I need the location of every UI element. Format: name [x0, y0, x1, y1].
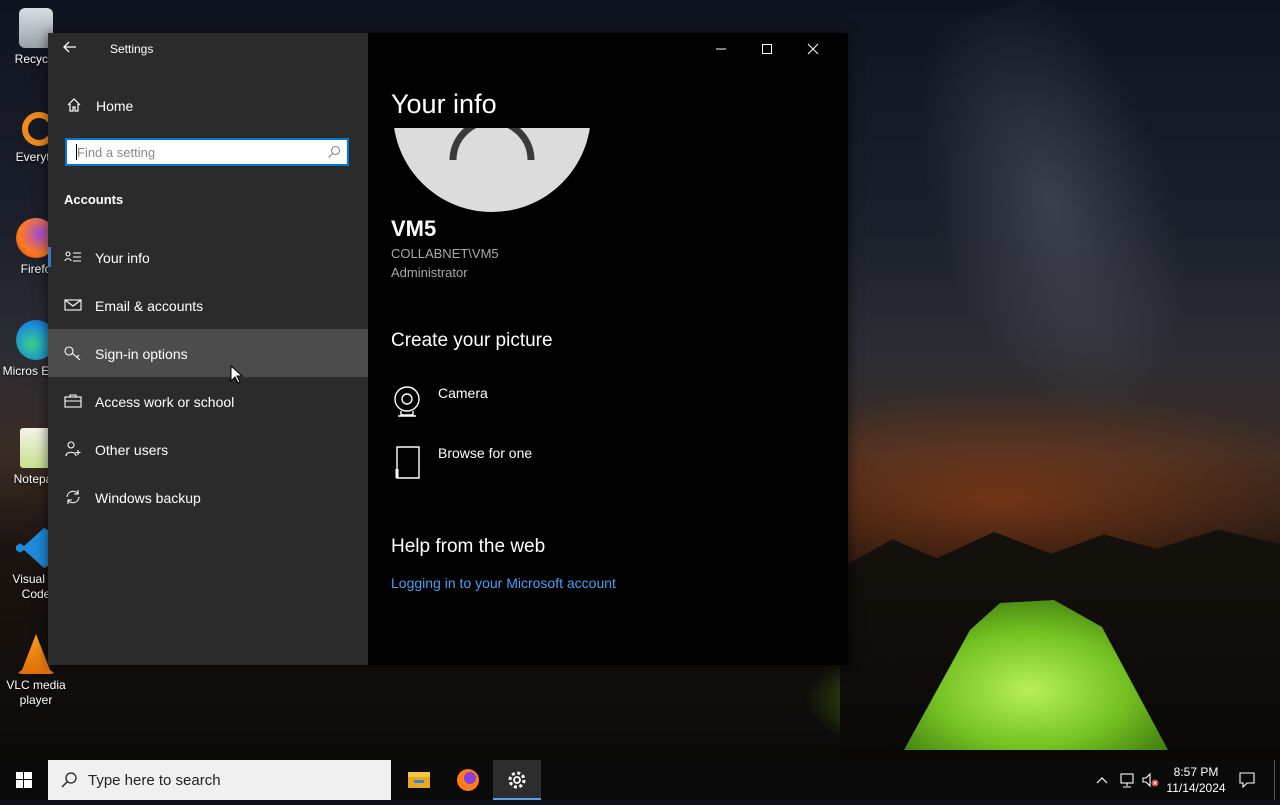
- maximize-icon: [762, 44, 772, 54]
- mail-icon: [64, 299, 82, 311]
- taskbar-firefox[interactable]: [444, 760, 492, 800]
- option-label: Browse for one: [438, 445, 533, 461]
- nav-windows-backup[interactable]: Windows backup: [48, 473, 368, 521]
- nav-label: Your info: [95, 250, 150, 266]
- close-icon: [807, 43, 819, 55]
- show-desktop-button[interactable]: [1274, 760, 1275, 800]
- settings-search-input[interactable]: [67, 140, 335, 164]
- webcam-icon: [394, 386, 420, 417]
- network-icon[interactable]: [1118, 772, 1136, 788]
- camera-option[interactable]: Camera: [393, 383, 693, 423]
- window-controls: [698, 33, 848, 65]
- nav-your-info[interactable]: Your info: [48, 233, 368, 281]
- create-picture-heading: Create your picture: [391, 330, 553, 351]
- settings-search-box[interactable]: [65, 138, 349, 166]
- maximize-button[interactable]: [744, 33, 790, 65]
- nav-other-users[interactable]: Other users: [48, 425, 368, 473]
- title-bar[interactable]: Settings: [48, 33, 368, 65]
- back-button[interactable]: [62, 39, 82, 59]
- taskbar-settings[interactable]: [493, 760, 541, 800]
- nav-sign-in-options[interactable]: Sign-in options: [48, 329, 368, 377]
- avatar: [393, 128, 591, 212]
- desktop-icon-label: Firefo: [20, 262, 52, 276]
- briefcase-icon: [64, 394, 82, 408]
- help-heading: Help from the web: [391, 536, 546, 557]
- start-button[interactable]: [0, 760, 48, 800]
- contact-card-icon: [64, 251, 81, 262]
- mouse-cursor-icon: [230, 365, 244, 384]
- search-icon: [61, 772, 77, 788]
- nav-label: Access work or school: [95, 394, 235, 410]
- firefox-icon: [457, 769, 479, 791]
- clock-time: 8:57 PM: [1173, 765, 1219, 779]
- taskbar-file-explorer[interactable]: [395, 760, 443, 800]
- sync-icon: [66, 490, 80, 504]
- text-caret: [76, 144, 77, 160]
- minimize-icon: [716, 48, 726, 50]
- close-button[interactable]: [790, 33, 836, 65]
- volume-muted-icon[interactable]: [1141, 772, 1161, 788]
- back-arrow-icon: [63, 41, 76, 53]
- user-name: VM5: [391, 216, 437, 241]
- home-label: Home: [96, 98, 134, 114]
- action-center-icon[interactable]: [1238, 771, 1256, 789]
- windows-logo-icon: [16, 772, 32, 788]
- gear-icon: [508, 771, 526, 789]
- key-icon: [64, 346, 81, 361]
- browse-option[interactable]: Browse for one: [393, 443, 693, 483]
- settings-window: Settings Home Accounts Your info Email &…: [48, 33, 848, 665]
- settings-sidebar: Settings Home Accounts Your info Email &…: [48, 33, 368, 665]
- desktop-icon-label: VLC media player: [6, 678, 66, 707]
- taskbar-search-box[interactable]: Type here to search: [48, 760, 391, 800]
- user-role: Administrator: [391, 265, 468, 280]
- home-icon: [67, 98, 81, 112]
- user-account: COLLABNET\VM5: [391, 246, 499, 261]
- settings-main-pane: Your info VM5 COLLABNET\VM5 Administrato…: [368, 33, 848, 665]
- nav-access-work-school[interactable]: Access work or school: [48, 377, 368, 425]
- search-icon[interactable]: [327, 145, 341, 159]
- minimize-button[interactable]: [698, 33, 744, 65]
- document-icon: [395, 446, 420, 479]
- person-add-icon: [65, 441, 81, 457]
- nav-label: Sign-in options: [95, 346, 188, 362]
- clock-date: 11/14/2024: [1166, 781, 1226, 795]
- help-link-microsoft-account[interactable]: Logging in to your Microsoft account: [391, 575, 616, 591]
- nav-email-accounts[interactable]: Email & accounts: [48, 281, 368, 329]
- accounts-nav: Your info Email & accounts Sign-in optio…: [48, 233, 368, 521]
- nav-home[interactable]: Home: [48, 89, 368, 123]
- taskbar: Type here to search 8:57 PM 11/14/2024: [0, 760, 1280, 800]
- taskbar-search-placeholder: Type here to search: [88, 772, 221, 789]
- nav-label: Email & accounts: [95, 298, 204, 314]
- taskbar-clock[interactable]: 8:57 PM 11/14/2024: [1166, 764, 1226, 796]
- nav-label: Other users: [95, 442, 169, 458]
- window-title: Settings: [110, 42, 154, 56]
- person-silhouette-icon: [449, 128, 535, 161]
- section-heading: Accounts: [64, 192, 124, 207]
- folder-icon: [408, 772, 430, 788]
- chevron-up-icon[interactable]: [1095, 773, 1109, 787]
- nav-label: Windows backup: [95, 490, 201, 506]
- option-label: Camera: [438, 385, 488, 401]
- page-title: Your info: [391, 89, 497, 119]
